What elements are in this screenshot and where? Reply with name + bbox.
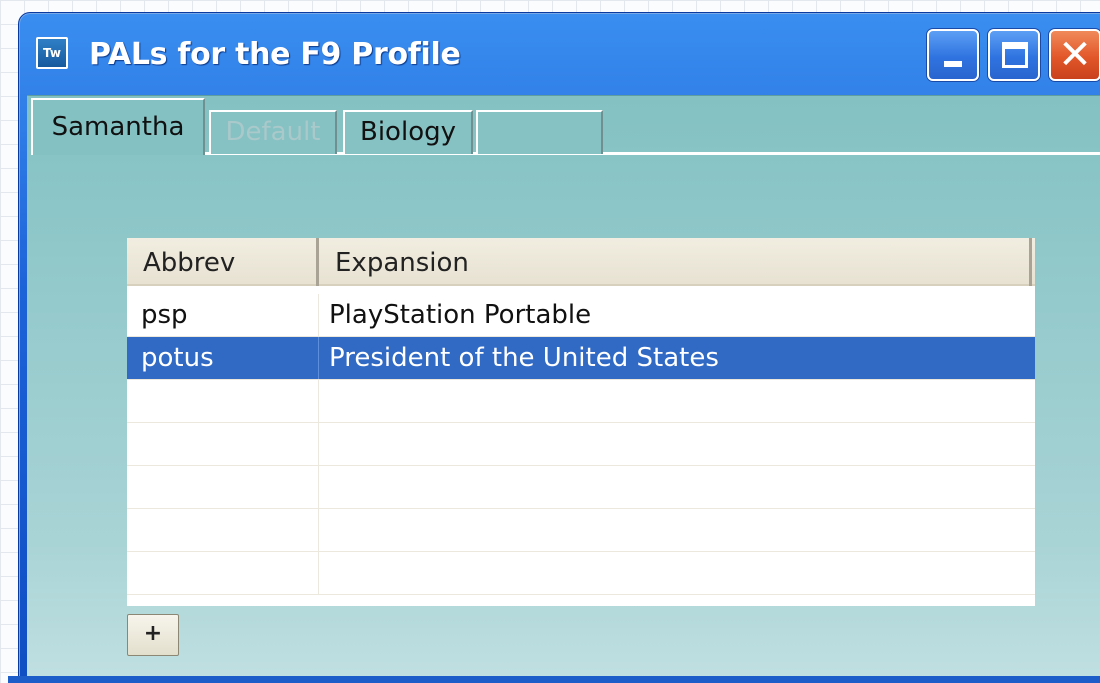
expansion-cell[interactable] <box>321 509 1033 551</box>
app-icon: Tw <box>36 37 68 69</box>
table-row-selected[interactable]: potus President of the United States <box>127 337 1035 380</box>
table-row[interactable]: psp PlayStation Portable <box>127 294 1035 337</box>
tab-biology[interactable]: Biology <box>343 110 473 154</box>
table-body: psp PlayStation Portable potus President… <box>127 294 1035 595</box>
table-row[interactable] <box>127 423 1035 466</box>
abbrev-cell[interactable] <box>127 380 319 422</box>
abbrev-cell[interactable]: psp <box>127 294 319 336</box>
table-row[interactable] <box>127 380 1035 423</box>
expansion-cell[interactable]: President of the United States <box>321 337 1033 379</box>
expansion-cell[interactable] <box>321 380 1033 422</box>
add-row-button[interactable]: + <box>127 614 179 656</box>
minimize-icon <box>944 61 962 67</box>
expansion-cell[interactable] <box>321 466 1033 508</box>
abbrev-cell[interactable]: potus <box>127 337 319 379</box>
column-header-expansion[interactable]: Expansion <box>319 238 1032 286</box>
title-bar[interactable]: Tw PALs for the F9 Profile ✕ <box>19 13 1100 95</box>
client-area: Samantha Default Biology Abbrev Expansio… <box>27 95 1100 683</box>
minimize-button[interactable] <box>927 29 979 81</box>
abbrev-cell[interactable] <box>127 423 319 465</box>
close-button[interactable]: ✕ <box>1049 29 1100 81</box>
pals-window: Tw PALs for the F9 Profile ✕ Samantha De… <box>18 12 1100 683</box>
window-bottom-border <box>8 676 1100 683</box>
expansion-cell[interactable] <box>321 423 1033 465</box>
maximize-button[interactable] <box>988 29 1040 81</box>
window-title: PALs for the F9 Profile <box>89 37 461 72</box>
table-row[interactable] <box>127 466 1035 509</box>
table-row[interactable] <box>127 552 1035 595</box>
maximize-icon <box>1002 42 1028 68</box>
abbrev-cell[interactable] <box>127 509 319 551</box>
tab-blank[interactable] <box>476 110 603 154</box>
table-row[interactable] <box>127 509 1035 552</box>
tab-strip: Samantha Default Biology <box>31 96 1100 158</box>
abbrev-cell[interactable] <box>127 466 319 508</box>
close-icon: ✕ <box>1058 32 1092 78</box>
table-header: Abbrev Expansion <box>127 238 1035 286</box>
expansion-cell[interactable] <box>321 552 1033 594</box>
abbrev-cell[interactable] <box>127 552 319 594</box>
expansion-cell[interactable]: PlayStation Portable <box>321 294 1033 336</box>
pals-table[interactable]: Abbrev Expansion psp PlayStation Portabl… <box>127 238 1035 606</box>
tab-samantha[interactable]: Samantha <box>31 98 205 155</box>
tab-default: Default <box>209 110 337 154</box>
column-header-abbrev[interactable]: Abbrev <box>127 238 319 286</box>
